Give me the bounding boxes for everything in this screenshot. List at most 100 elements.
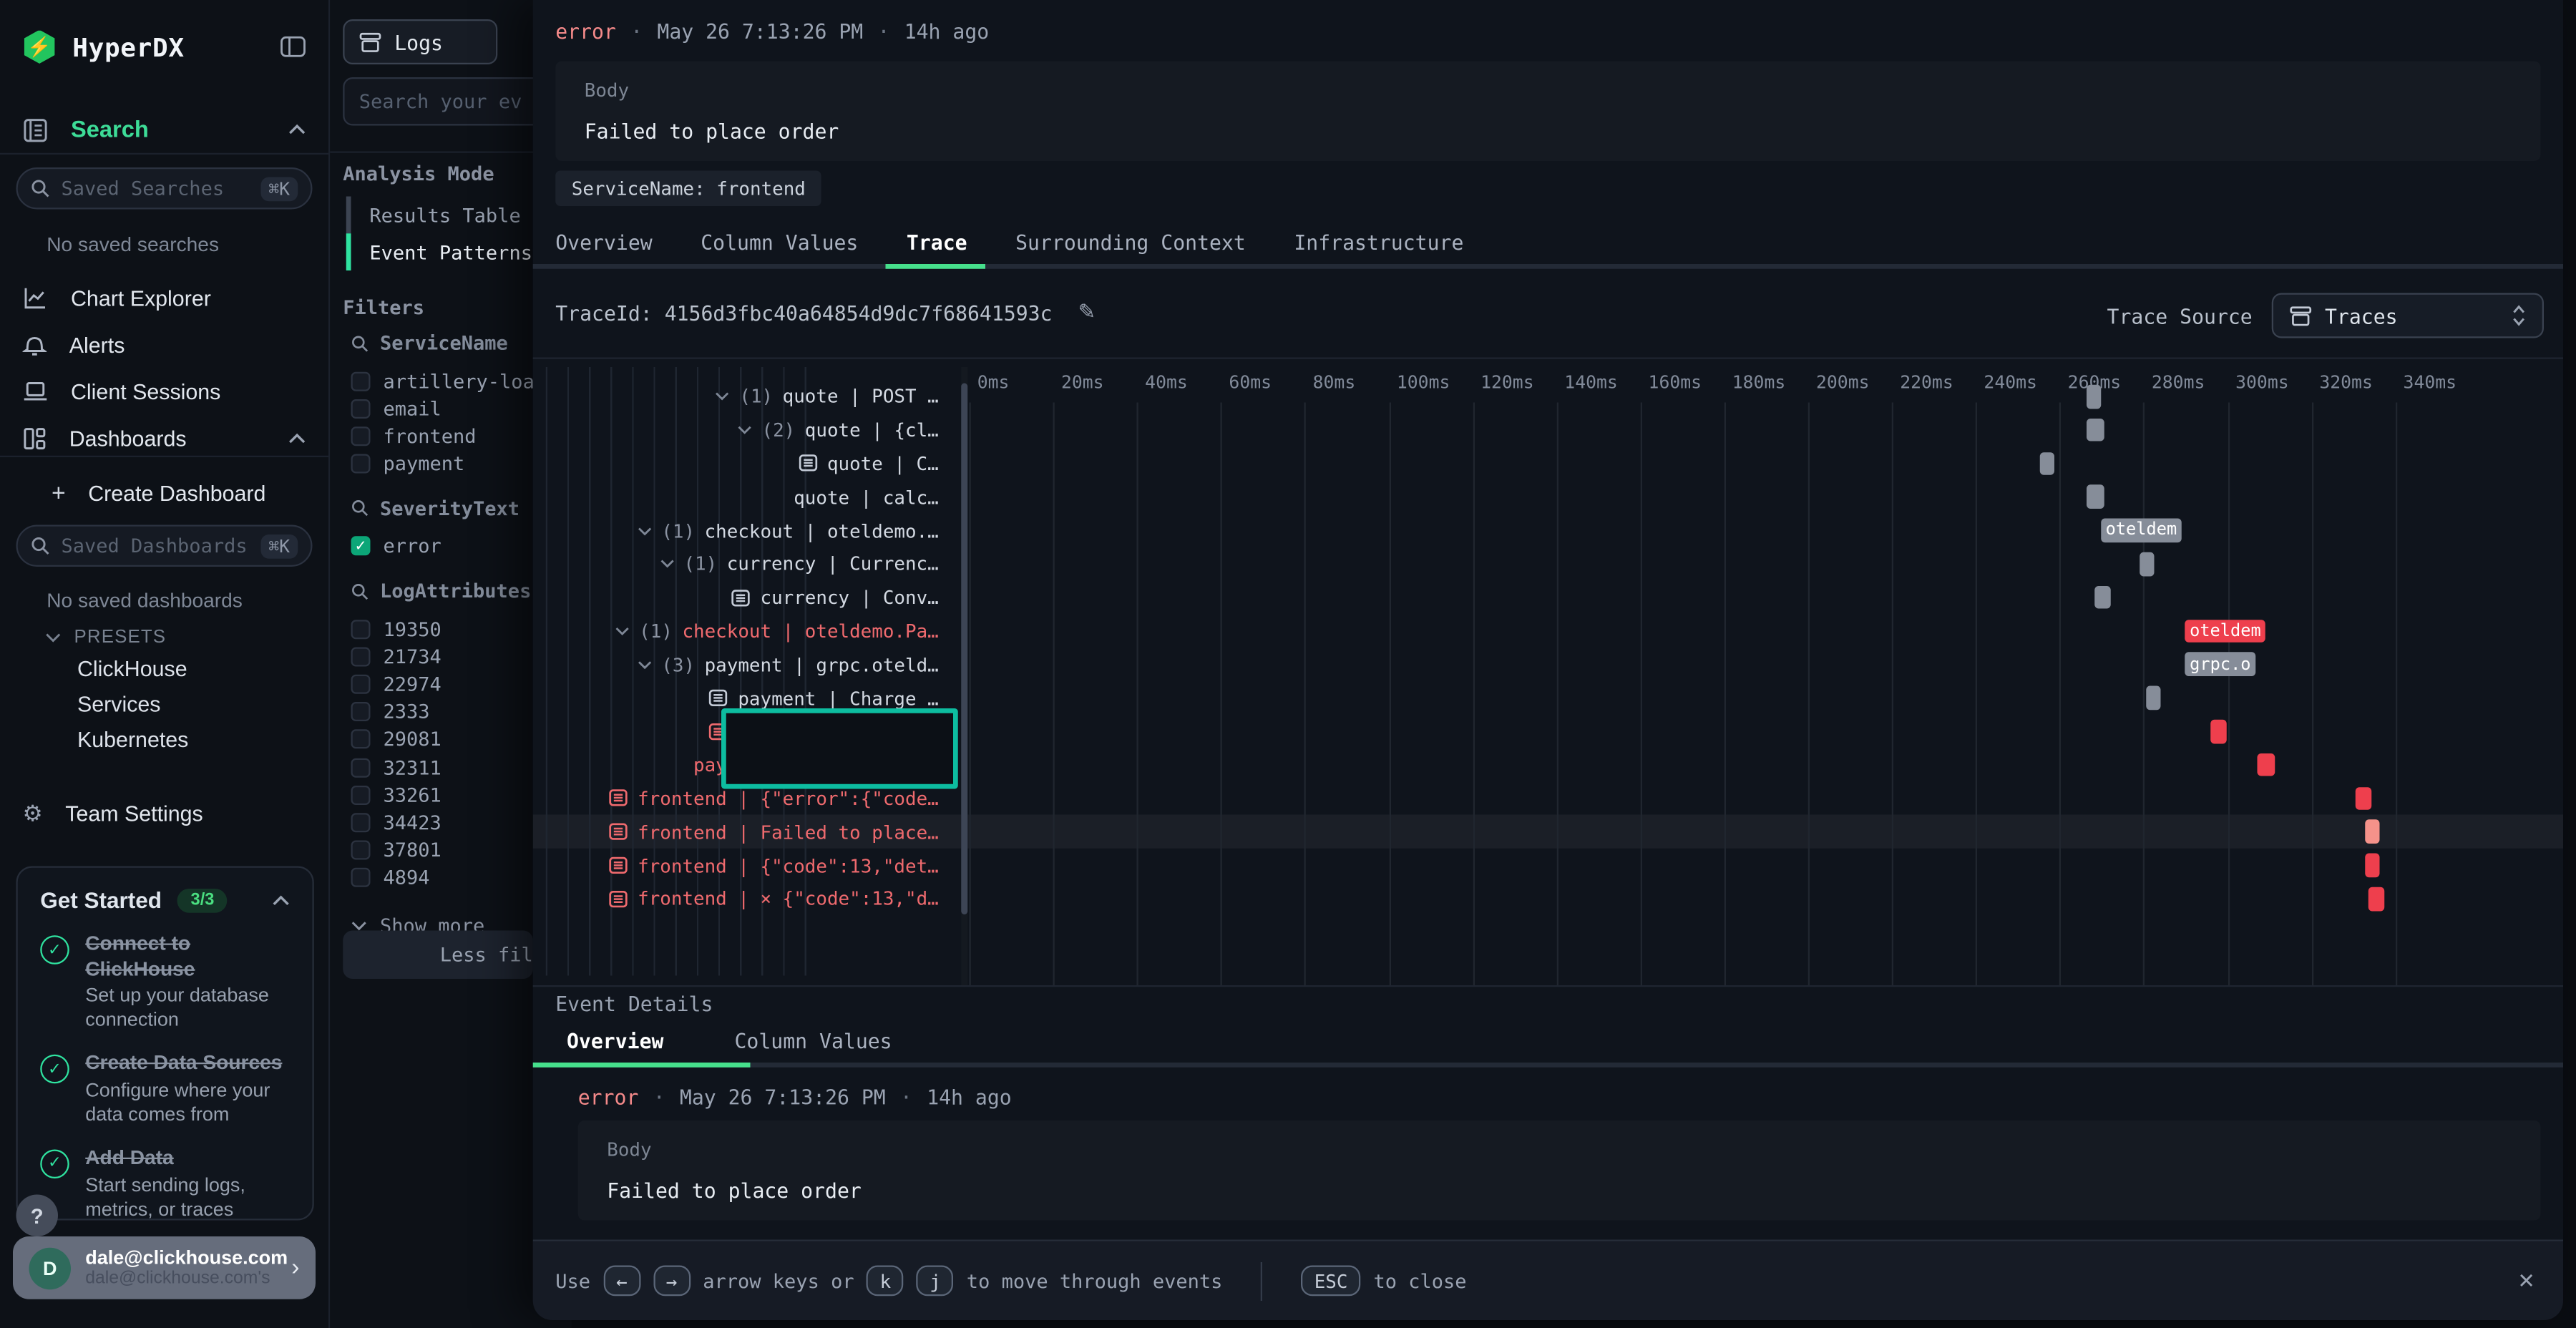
span-bar[interactable] <box>2095 586 2111 610</box>
checkbox[interactable] <box>351 813 371 832</box>
span-row[interactable]: (2)quote | {cl… <box>533 414 965 447</box>
span-bar[interactable] <box>2087 385 2100 409</box>
filter-option[interactable]: 32311 <box>351 753 441 781</box>
span-row[interactable]: (1)quote | POST … <box>533 380 965 414</box>
chevron-down-icon[interactable] <box>716 392 730 402</box>
checkbox[interactable] <box>351 647 371 666</box>
filter-option[interactable]: payment <box>351 450 465 477</box>
user-menu[interactable]: D dale@clickhouse.com dale@clickhouse.co… <box>13 1236 316 1299</box>
span-row[interactable]: (1)checkout | oteldemo.… <box>533 514 965 547</box>
checkbox[interactable] <box>351 399 371 418</box>
span-row[interactable]: currency | Conv… <box>533 581 965 615</box>
checkbox[interactable] <box>351 702 371 721</box>
tab-infrastructure[interactable]: Infrastructure <box>1294 230 1463 255</box>
checkbox[interactable] <box>351 730 371 749</box>
sidebar-item-preset-kubernetes[interactable]: Kubernetes <box>77 728 188 752</box>
filter-option[interactable]: 37801 <box>351 836 441 864</box>
filter-option[interactable]: 4894 <box>351 864 430 892</box>
sidebar-item-client-sessions[interactable]: Client Sessions <box>0 371 328 413</box>
chevron-up-icon[interactable] <box>288 432 306 444</box>
sidebar-item-preset-clickhouse[interactable]: ClickHouse <box>77 657 187 681</box>
checkbox[interactable] <box>351 841 371 860</box>
close-icon[interactable]: ✕ <box>2519 1264 2534 1294</box>
event-details-tab-overview[interactable]: Overview <box>567 1029 663 1053</box>
span-bar[interactable]: oteldem <box>2185 619 2265 643</box>
sidebar-item-team-settings[interactable]: ⚙ Team Settings <box>0 792 328 834</box>
tab-trace[interactable]: Trace <box>907 230 967 255</box>
tab-column-values[interactable]: Column Values <box>701 230 858 255</box>
waterfall-scrollbar[interactable] <box>961 367 967 985</box>
chevron-down-icon[interactable] <box>638 526 652 536</box>
span-bar[interactable] <box>2087 419 2103 442</box>
span-bar[interactable]: oteldem <box>2100 519 2182 542</box>
span-bar[interactable] <box>2040 451 2054 475</box>
chevron-up-icon[interactable] <box>288 124 306 135</box>
help-button[interactable]: ? <box>16 1195 59 1237</box>
chevron-down-icon[interactable] <box>738 425 752 435</box>
span-row[interactable]: (1)currency | Currenc… <box>533 547 965 581</box>
checkbox[interactable] <box>351 619 371 638</box>
sidebar-item-dashboards[interactable]: Dashboards <box>0 417 328 459</box>
filter-option[interactable]: artillery-loa <box>351 367 535 394</box>
span-row[interactable]: quote | calc… <box>533 480 965 514</box>
chevron-up-icon[interactable] <box>272 894 290 906</box>
tab-overview[interactable]: Overview <box>555 230 652 255</box>
chevron-down-icon[interactable] <box>660 560 674 570</box>
span-row[interactable]: quote | C… <box>533 447 965 481</box>
checkbox[interactable] <box>351 758 371 777</box>
filter-option[interactable]: frontend <box>351 422 477 449</box>
tab-surrounding-context[interactable]: Surrounding Context <box>1015 230 1246 255</box>
span-bar[interactable] <box>2087 485 2103 509</box>
filter-option[interactable]: 21734 <box>351 643 441 670</box>
checkbox[interactable] <box>351 426 371 446</box>
saved-searches-input[interactable]: Saved Searches ⌘K <box>16 167 313 210</box>
checkbox[interactable]: ✓ <box>351 537 371 556</box>
less-filters-button[interactable]: Less fil <box>343 931 533 980</box>
presets-toggle[interactable]: PRESETS <box>45 628 166 648</box>
span-bar[interactable]: grpc.o <box>2185 653 2255 676</box>
edit-pencil-icon[interactable]: ✎ <box>1078 300 1096 326</box>
filter-option[interactable]: 2333 <box>351 698 430 726</box>
sidebar-item-preset-services[interactable]: Services <box>77 693 160 717</box>
get-started-step[interactable]: ✓Create Data SourcesConfigure where your… <box>40 1052 290 1127</box>
trace-source-select[interactable]: Traces <box>2272 293 2544 338</box>
chevron-down-icon[interactable] <box>615 626 629 636</box>
span-bar[interactable] <box>2257 753 2275 777</box>
sidebar-item-search[interactable]: Search <box>0 107 328 155</box>
span-row[interactable]: frontend | {"code":13,"det… <box>533 849 965 882</box>
chevron-down-icon[interactable] <box>638 660 652 670</box>
span-row[interactable]: (1)checkout | oteldemo.Pa… <box>533 615 965 648</box>
create-dashboard-button[interactable]: + Create Dashboard <box>0 472 328 514</box>
filter-option[interactable]: 22974 <box>351 670 441 698</box>
checkbox[interactable] <box>351 454 371 474</box>
filter-option[interactable]: 34423 <box>351 809 441 836</box>
span-bar[interactable] <box>2365 854 2379 877</box>
span-bar[interactable] <box>2146 686 2161 710</box>
filter-option[interactable]: 29081 <box>351 726 441 753</box>
event-details-tab-column-values[interactable]: Column Values <box>734 1029 892 1053</box>
span-row[interactable]: (3)payment | grpc.oteld… <box>533 648 965 681</box>
saved-dashboards-input[interactable]: Saved Dashboards ⌘K <box>16 525 313 567</box>
get-started-step[interactable]: ✓Add DataStart sending logs, metrics, or… <box>40 1146 290 1221</box>
collapse-sidebar-icon[interactable] <box>280 36 306 59</box>
get-started-step[interactable]: ✓Connect to ClickHouseSet up your databa… <box>40 932 290 1032</box>
span-bar[interactable] <box>2140 552 2154 576</box>
checkbox[interactable] <box>351 785 371 804</box>
sidebar-item-chart-explorer[interactable]: Chart Explorer <box>0 277 328 319</box>
span-row[interactable]: frontend | Failed to place… <box>533 815 965 849</box>
checkbox[interactable] <box>351 868 371 887</box>
span-bar[interactable] <box>2356 786 2371 810</box>
analysis-mode-option[interactable]: Results Table <box>346 197 521 234</box>
filter-option[interactable]: 19350 <box>351 615 441 643</box>
span-bar[interactable] <box>2368 887 2384 911</box>
checkbox[interactable] <box>351 371 371 391</box>
analysis-mode-active[interactable]: Event Patterns <box>346 233 532 270</box>
checkbox[interactable] <box>351 675 371 694</box>
service-name-chip[interactable]: ServiceName: frontend <box>555 171 821 207</box>
span-row[interactable]: frontend | × {"code":13,"d… <box>533 882 965 916</box>
filter-option[interactable]: email <box>351 395 441 422</box>
sidebar-item-alerts[interactable]: Alerts <box>0 323 328 366</box>
span-bar[interactable] <box>2210 720 2227 743</box>
span-bar[interactable] <box>2365 820 2379 844</box>
filter-option[interactable]: 33261 <box>351 781 441 809</box>
